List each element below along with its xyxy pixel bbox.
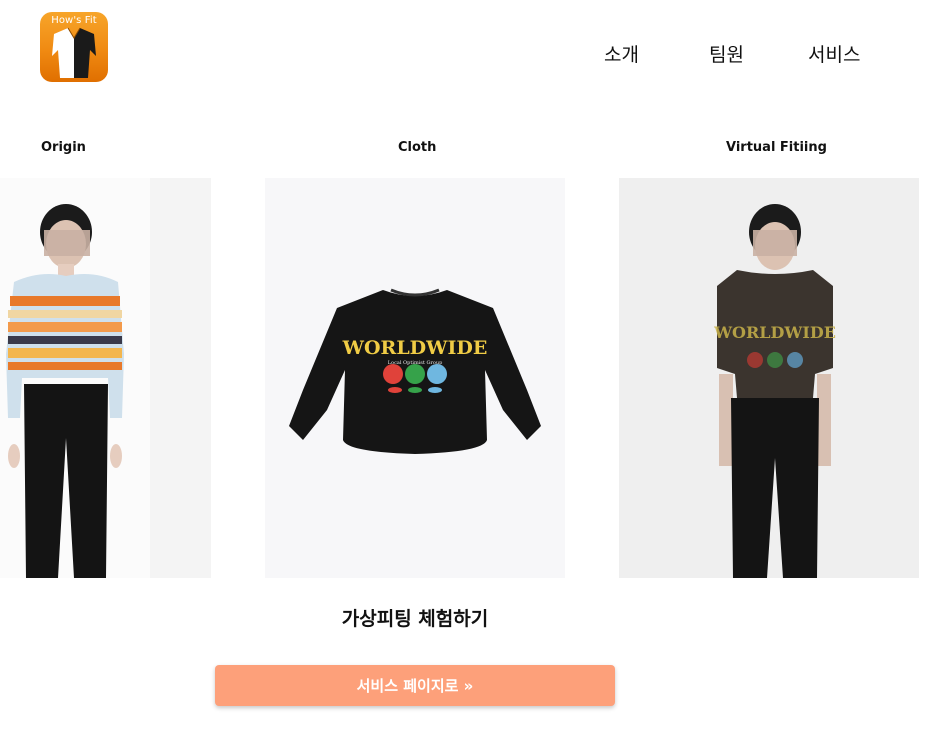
svg-text:WORLDWIDE: WORLDWIDE	[713, 323, 836, 342]
column-title-origin: Origin	[41, 140, 86, 155]
service-page-button[interactable]: 서비스 페이지로 »	[215, 665, 615, 706]
logo-text: How's Fit	[51, 15, 97, 26]
app-logo[interactable]: How's Fit	[40, 12, 108, 82]
virtual-fitting-photo: WORLDWIDE	[619, 178, 919, 578]
cta-section-title: 가상피팅 체험하기	[341, 608, 489, 630]
cloth-photo: WORLDWIDE Local Optimist Group	[265, 178, 565, 578]
column-title-cloth: Cloth	[398, 140, 437, 155]
cloth-print-headline: WORLDWIDE	[342, 337, 488, 359]
origin-photo	[0, 178, 211, 578]
nav-item-service[interactable]: 서비스	[808, 40, 860, 67]
nav-item-team[interactable]: 팀원	[709, 40, 744, 67]
column-title-virtual-fitting: Virtual Fitiing	[726, 140, 827, 155]
nav-item-intro[interactable]: 소개	[604, 40, 639, 67]
